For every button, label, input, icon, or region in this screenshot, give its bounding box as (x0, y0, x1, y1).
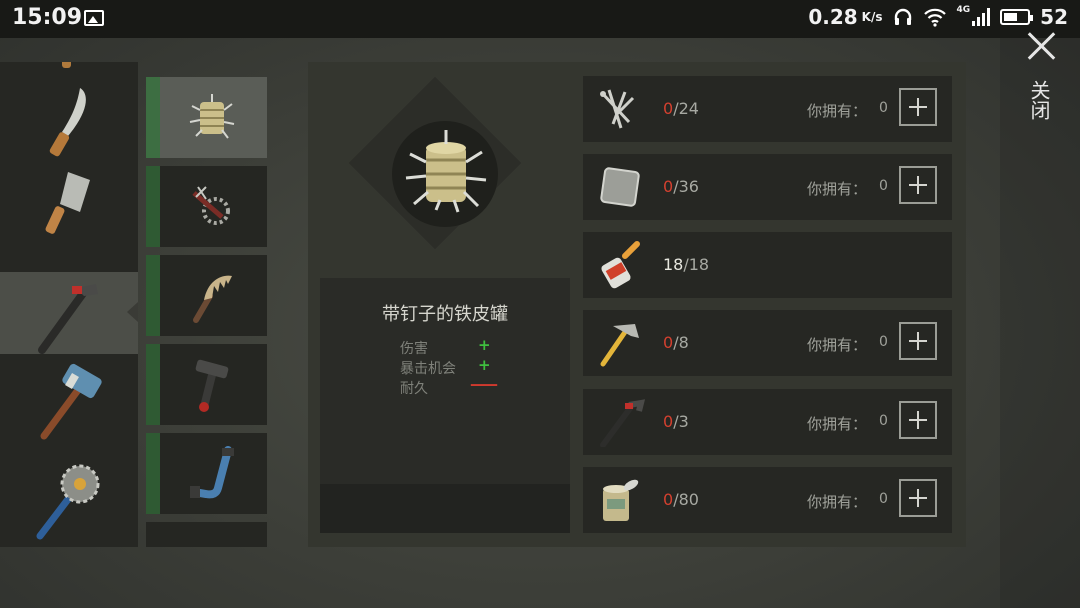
spiked-bone-icon (193, 275, 232, 323)
metal-plate-icon (600, 167, 640, 207)
req-have: 18 (663, 255, 684, 274)
stat-durability-label: 耐久 (400, 381, 428, 397)
add-button[interactable] (899, 88, 937, 126)
stat-durability-value: —— (470, 375, 498, 393)
category-pipe-wrench[interactable] (0, 272, 138, 354)
requirement-row: 0/8 你拥有： 0 (583, 310, 952, 376)
req-own-value: 0 (879, 178, 888, 194)
sledgehammer-icon (40, 363, 102, 440)
req-own-value: 0 (879, 491, 888, 507)
item-title: 带钉子的铁皮罐 (382, 304, 508, 325)
close-panel (1000, 38, 1080, 608)
nail-can-icon (189, 94, 235, 139)
requirement-row: 0/24 你拥有： 0 (583, 76, 952, 142)
req-need: /80 (673, 490, 699, 509)
knife-icon (62, 62, 71, 68)
add-button[interactable] (899, 322, 937, 360)
stat-crit-value: + (478, 356, 491, 374)
cleaver-icon (45, 172, 90, 234)
nails-icon (600, 89, 635, 129)
req-own-label: 你拥有： (807, 180, 868, 198)
headphones-icon (894, 8, 911, 25)
req-own-label: 你拥有： (807, 102, 868, 120)
net-speed: 0.28 (808, 5, 858, 29)
requirement-row: 0/80 你拥有： 0 (583, 467, 952, 533)
machete-icon (49, 88, 86, 157)
requirement-row: 18/18 (583, 232, 952, 298)
req-need: /36 (673, 177, 699, 196)
req-own-label: 你拥有： (807, 336, 868, 354)
req-need: /8 (673, 333, 689, 352)
network-type: 4G (956, 5, 971, 15)
req-own-label: 你拥有： (807, 415, 868, 433)
req-have: 0 (663, 490, 674, 509)
add-button[interactable] (899, 401, 937, 439)
close-button[interactable]: 关闭 (1027, 80, 1054, 120)
weapon-item-list (146, 62, 276, 547)
req-have: 0 (663, 177, 674, 196)
net-speed-unit: K/s (861, 10, 883, 24)
nail-can-large-icon (405, 130, 487, 213)
wifi-icon (923, 8, 946, 27)
item-partial[interactable] (146, 522, 267, 547)
req-need: /24 (673, 99, 699, 118)
item-info-footer (320, 484, 570, 533)
status-bar: 15:09 0.28 K/s 4G 52 (0, 0, 1080, 38)
category-cleaver[interactable] (0, 160, 138, 242)
saw-mace-icon (36, 464, 100, 540)
pipe-wrench-icon (38, 284, 98, 354)
req-own-label: 你拥有： (807, 493, 868, 511)
partial-item-icon (182, 533, 242, 547)
requirement-row: 0/3 你拥有： 0 (583, 389, 952, 455)
close-icon[interactable] (1026, 30, 1058, 62)
add-button[interactable] (899, 166, 937, 204)
requirement-row: 0/36 你拥有： 0 (583, 154, 952, 220)
category-sledgehammer[interactable] (0, 354, 138, 440)
gallery-icon (84, 10, 104, 26)
req-have: 0 (663, 99, 674, 118)
weapon-category-list (0, 62, 138, 547)
item-gear-bat[interactable] (146, 166, 267, 247)
status-time: 15:09 (12, 5, 83, 30)
stat-crit-label: 暴击机会 (400, 361, 456, 377)
hammer-icon (600, 324, 639, 367)
gear-bat-icon (192, 186, 230, 225)
stat-damage-label: 伤害 (400, 341, 428, 357)
selection-pointer (127, 302, 138, 322)
crowbar-icon (600, 399, 645, 447)
item-blue-pipe[interactable] (146, 433, 267, 514)
tin-can-icon (603, 479, 639, 521)
signal-icon (972, 8, 991, 26)
stat-damage-value: + (478, 336, 491, 354)
req-have: 0 (663, 412, 674, 431)
category-knife[interactable] (0, 62, 138, 78)
req-need: /3 (673, 412, 689, 431)
item-pipe-tee[interactable] (146, 344, 267, 425)
item-spiked-bone[interactable] (146, 255, 267, 336)
req-have: 0 (663, 333, 674, 352)
battery-level: 52 (1040, 5, 1068, 29)
pipe-tee-icon (195, 359, 229, 412)
add-button[interactable] (899, 479, 937, 517)
category-machete[interactable] (0, 78, 138, 160)
item-nail-can[interactable] (146, 77, 267, 158)
req-own-value: 0 (879, 334, 888, 350)
blue-pipe-icon (190, 446, 234, 499)
req-own-value: 0 (879, 100, 888, 116)
battery-icon (1000, 9, 1034, 25)
req-own-value: 0 (879, 413, 888, 429)
glue-icon (601, 241, 640, 289)
req-need: /18 (683, 255, 710, 274)
category-saw-mace[interactable] (0, 454, 138, 540)
